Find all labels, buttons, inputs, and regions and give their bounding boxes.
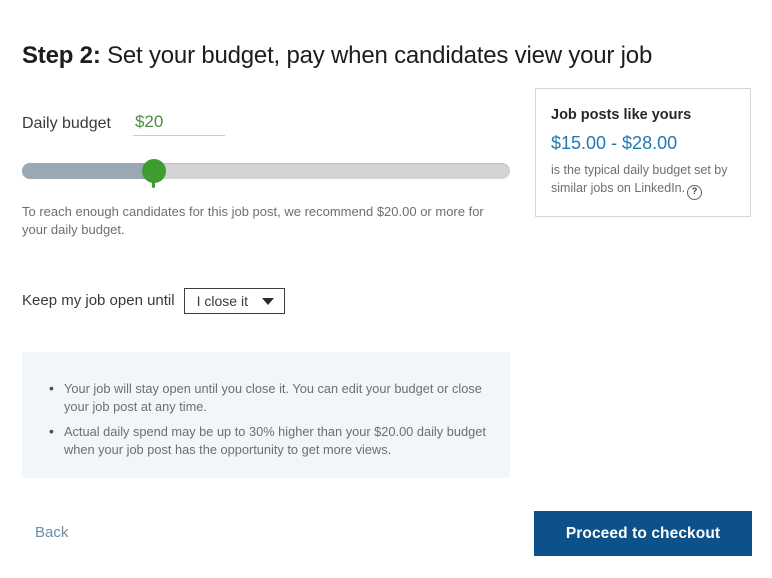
daily-budget-input-wrap: [132, 112, 227, 136]
job-posts-like-yours-card: Job posts like yours $15.00 - $28.00 is …: [535, 88, 751, 217]
keep-job-open-select[interactable]: I close it: [183, 288, 285, 314]
daily-budget-input[interactable]: [132, 112, 227, 132]
daily-budget-row: Daily budget: [22, 112, 227, 136]
side-card-budget-range: $15.00 - $28.00: [551, 133, 678, 153]
side-card-title: Job posts like yours: [551, 107, 692, 123]
page-title: Step 2: Set your budget, pay when candid…: [22, 40, 652, 72]
info-bullet-item: Your job will stay open until you close …: [49, 379, 490, 416]
chevron-down-icon: [261, 297, 274, 305]
page-title-rest: Set your budget, pay when candidates vie…: [100, 42, 653, 70]
back-link[interactable]: Back: [35, 522, 68, 544]
page-title-step: Step 2:: [22, 42, 101, 70]
keep-job-open-label: Keep my job open until: [22, 292, 175, 309]
budget-info-list: Your job will stay open until you close …: [44, 379, 490, 459]
budget-info-box: Your job will stay open until you close …: [22, 352, 510, 478]
info-bullet-item: Actual daily spend may be up to 30% high…: [49, 422, 490, 459]
daily-budget-slider[interactable]: [22, 159, 510, 188]
side-card-description: is the typical daily budget set by simil…: [551, 161, 734, 200]
slider-fill: [22, 163, 154, 179]
keep-job-open-row: Keep my job open until I close it: [22, 288, 285, 314]
keep-job-open-selected-value: I close it: [196, 293, 248, 309]
proceed-to-checkout-button[interactable]: Proceed to checkout: [534, 511, 752, 556]
question-mark-icon[interactable]: ?: [687, 185, 703, 200]
budget-recommendation-text: To reach enough candidates for this job …: [22, 204, 484, 237]
slider-thumb-handle[interactable]: [141, 159, 166, 188]
daily-budget-label: Daily budget: [22, 115, 111, 132]
